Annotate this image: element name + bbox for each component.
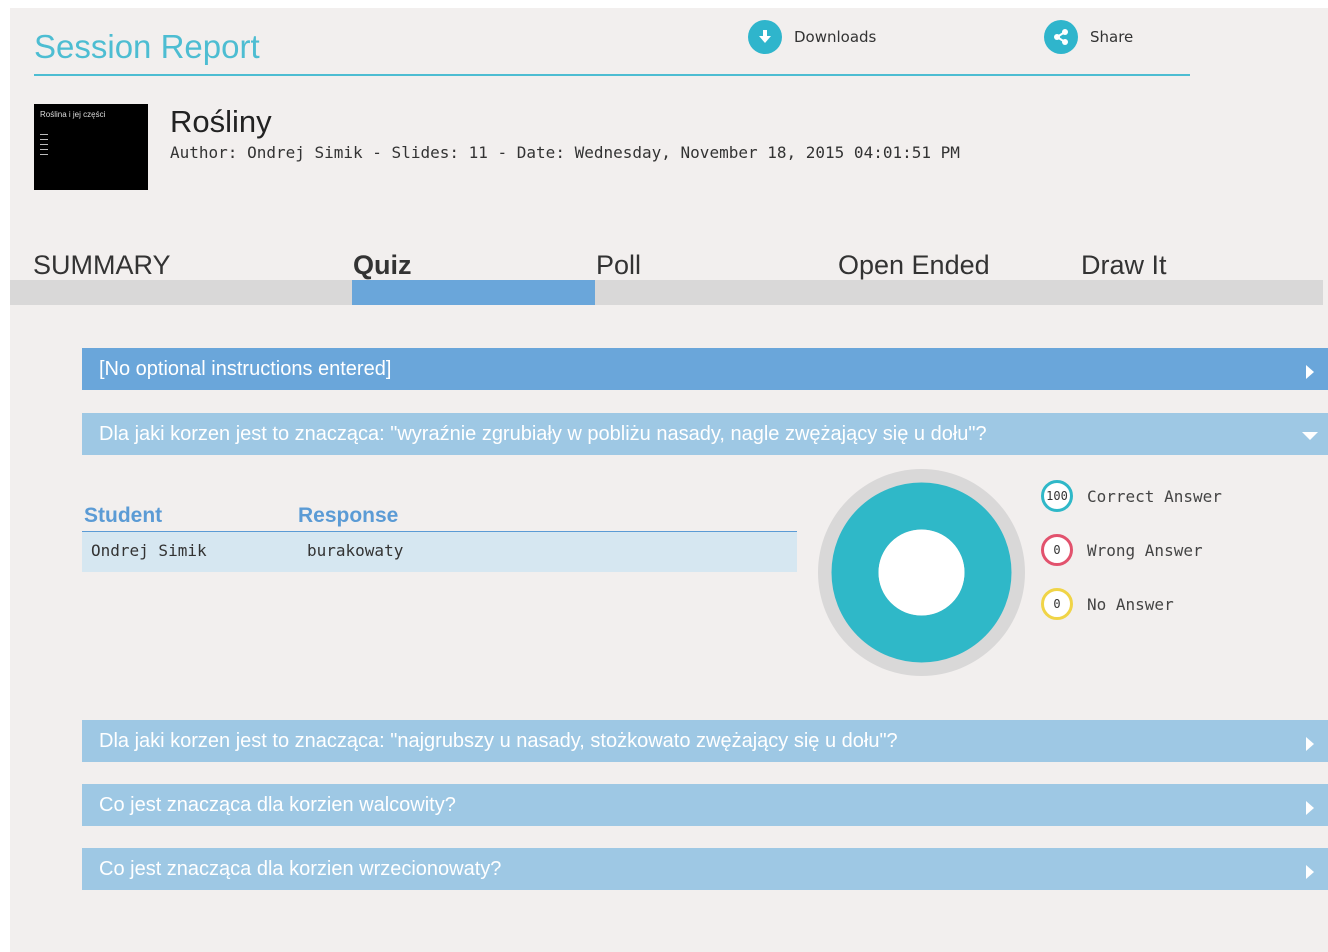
header-divider <box>34 74 1190 76</box>
accordion-question-2[interactable]: Dla jaki korzen jest to znacząca: "najgr… <box>82 720 1328 762</box>
presentation-name: Rośliny <box>170 104 272 139</box>
page-title: Session Report <box>34 28 260 65</box>
presentation-meta: Author: Ondrej Simik - Slides: 11 - Date… <box>170 143 960 162</box>
expand-arrow-icon <box>1306 801 1314 815</box>
column-header-student: Student <box>84 504 163 527</box>
share-button[interactable]: Share <box>1044 20 1133 54</box>
accordion-question-1[interactable]: Dla jaki korzen jest to znacząca: "wyraź… <box>82 413 1328 455</box>
tab-summary[interactable]: SUMMARY <box>33 250 171 281</box>
accordion-label: Co jest znacząca dla korzien walcowity? <box>99 793 456 816</box>
tab-quiz[interactable]: Quiz <box>353 250 412 281</box>
accordion-question-3[interactable]: Co jest znacząca dla korzien walcowity? <box>82 784 1328 826</box>
correct-count-ring: 100 <box>1041 480 1073 512</box>
accordion-label: Dla jaki korzen jest to znacząca: "najgr… <box>99 729 898 752</box>
legend-label: No Answer <box>1087 594 1174 614</box>
expand-arrow-icon <box>1306 365 1314 379</box>
presentation-thumbnail: Roślina i jej części <box>34 104 148 190</box>
expand-arrow-icon <box>1306 737 1314 751</box>
tab-poll[interactable]: Poll <box>596 250 641 281</box>
collapse-arrow-icon <box>1302 432 1318 440</box>
legend-correct: 100 Correct Answer <box>1041 480 1222 512</box>
downloads-label: Downloads <box>794 28 877 46</box>
thumbnail-title: Roślina i jej części <box>40 110 106 119</box>
results-donut <box>818 469 1025 676</box>
thumbnail-bullets <box>40 134 48 159</box>
tab-track <box>10 280 1323 305</box>
legend-label: Correct Answer <box>1087 486 1222 506</box>
response-cell: burakowaty <box>307 541 404 560</box>
tab-draw-it[interactable]: Draw It <box>1081 250 1167 281</box>
accordion-question-4[interactable]: Co jest znacząca dla korzien wrzecionowa… <box>82 848 1328 890</box>
wrong-count-ring: 0 <box>1041 534 1073 566</box>
student-name-cell: Ondrej Simik <box>91 541 207 560</box>
expand-arrow-icon <box>1306 865 1314 879</box>
legend-label: Wrong Answer <box>1087 540 1203 560</box>
downloads-button[interactable]: Downloads <box>748 20 876 54</box>
legend-none: 0 No Answer <box>1041 588 1174 620</box>
download-arrow-icon <box>748 20 782 54</box>
accordion-label: Co jest znacząca dla korzien wrzecionowa… <box>99 857 502 880</box>
tab-open-ended[interactable]: Open Ended <box>838 250 990 281</box>
accordion-label: Dla jaki korzen jest to znacząca: "wyraź… <box>99 422 987 445</box>
share-label: Share <box>1090 28 1134 46</box>
no-answer-count-ring: 0 <box>1041 588 1073 620</box>
share-icon <box>1044 20 1078 54</box>
legend-wrong: 0 Wrong Answer <box>1041 534 1203 566</box>
accordion-label: [No optional instructions entered] <box>99 357 392 380</box>
donut-hole <box>878 529 965 616</box>
accordion-instructions[interactable]: [No optional instructions entered] <box>82 348 1328 390</box>
column-header-response: Response <box>298 504 399 527</box>
active-tab-indicator <box>352 280 595 305</box>
